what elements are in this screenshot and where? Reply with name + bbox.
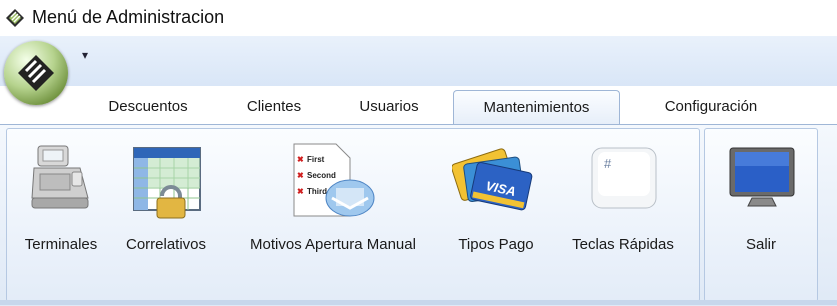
list-word-third: Third xyxy=(307,187,327,196)
tab-clientes[interactable]: Clientes xyxy=(232,90,316,124)
svg-text:✖: ✖ xyxy=(297,155,304,164)
terminales-label: Terminales xyxy=(24,236,98,253)
svg-text:✖: ✖ xyxy=(297,187,304,196)
key-icon: # xyxy=(591,147,657,209)
title-bar: Menú de Administracion xyxy=(0,0,837,36)
teclas-rapidas-label: Teclas Rápidas xyxy=(572,236,674,253)
terminales-button[interactable]: Terminales xyxy=(14,132,108,268)
tab-usuarios[interactable]: Usuarios xyxy=(345,90,433,124)
tab-configuracion[interactable]: Configuración xyxy=(644,90,778,124)
list-word-first: First xyxy=(307,155,325,164)
cash-register-icon xyxy=(31,145,89,209)
ribbon-header xyxy=(0,36,837,86)
list-word-second: Second xyxy=(307,171,336,180)
quick-access-dropdown[interactable]: ▾ xyxy=(82,48,88,62)
correlativos-button[interactable]: Correlativos xyxy=(114,132,218,268)
salir-button[interactable]: Salir xyxy=(716,132,806,268)
teclas-rapidas-button[interactable]: # Teclas Rápidas xyxy=(556,132,690,268)
app-logo-icon xyxy=(6,9,24,27)
correlativos-label: Correlativos xyxy=(125,236,207,253)
tipos-pago-button[interactable]: VISA Tipos Pago xyxy=(444,132,548,268)
svg-text:✖: ✖ xyxy=(297,171,304,180)
window-title: Menú de Administracion xyxy=(32,7,225,27)
app-logo-icon xyxy=(18,55,54,91)
tab-descuentos[interactable]: Descuentos xyxy=(92,90,204,124)
tipos-pago-label: Tipos Pago xyxy=(458,236,534,253)
salir-label: Salir xyxy=(745,236,776,253)
locked-spreadsheet-icon xyxy=(133,147,201,219)
application-menu-button[interactable] xyxy=(4,41,68,105)
reasons-list-icon: ✖ First ✖ Second ✖ Third xyxy=(293,143,375,217)
monitor-icon xyxy=(729,147,795,207)
ribbon-bottom-border xyxy=(0,300,837,305)
motivos-apertura-manual-label: Motivos Apertura Manual xyxy=(250,236,416,253)
key-symbol: # xyxy=(604,156,612,171)
tab-mantenimientos[interactable]: Mantenimientos xyxy=(453,90,620,125)
credit-cards-icon: VISA xyxy=(452,148,533,211)
motivos-apertura-manual-button[interactable]: ✖ First ✖ Second ✖ Third Motivos Apertura M… xyxy=(226,132,440,268)
